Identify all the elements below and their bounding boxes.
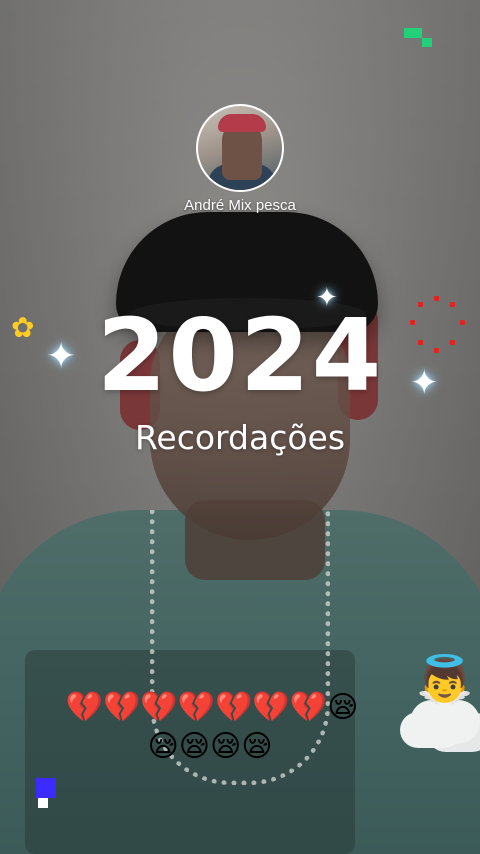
- year-title: 2024: [96, 297, 384, 414]
- story-screen: André Mix pesca ✦ ✦ ✦ ✿ 2024 Recordações…: [0, 0, 480, 854]
- username[interactable]: André Mix pesca: [0, 197, 480, 214]
- avatar[interactable]: [196, 104, 284, 192]
- cloud-icon: [410, 700, 480, 744]
- avatar-hat: [218, 114, 266, 132]
- cupid-heart-icon[interactable]: 👼: [416, 656, 473, 702]
- sleepy-faces-sticker[interactable]: 😪😪😪😪: [0, 732, 450, 762]
- broken-hearts-sticker[interactable]: 💔💔💔💔💔💔💔😪: [0, 693, 452, 723]
- memories-subtitle: Recordações: [134, 418, 346, 457]
